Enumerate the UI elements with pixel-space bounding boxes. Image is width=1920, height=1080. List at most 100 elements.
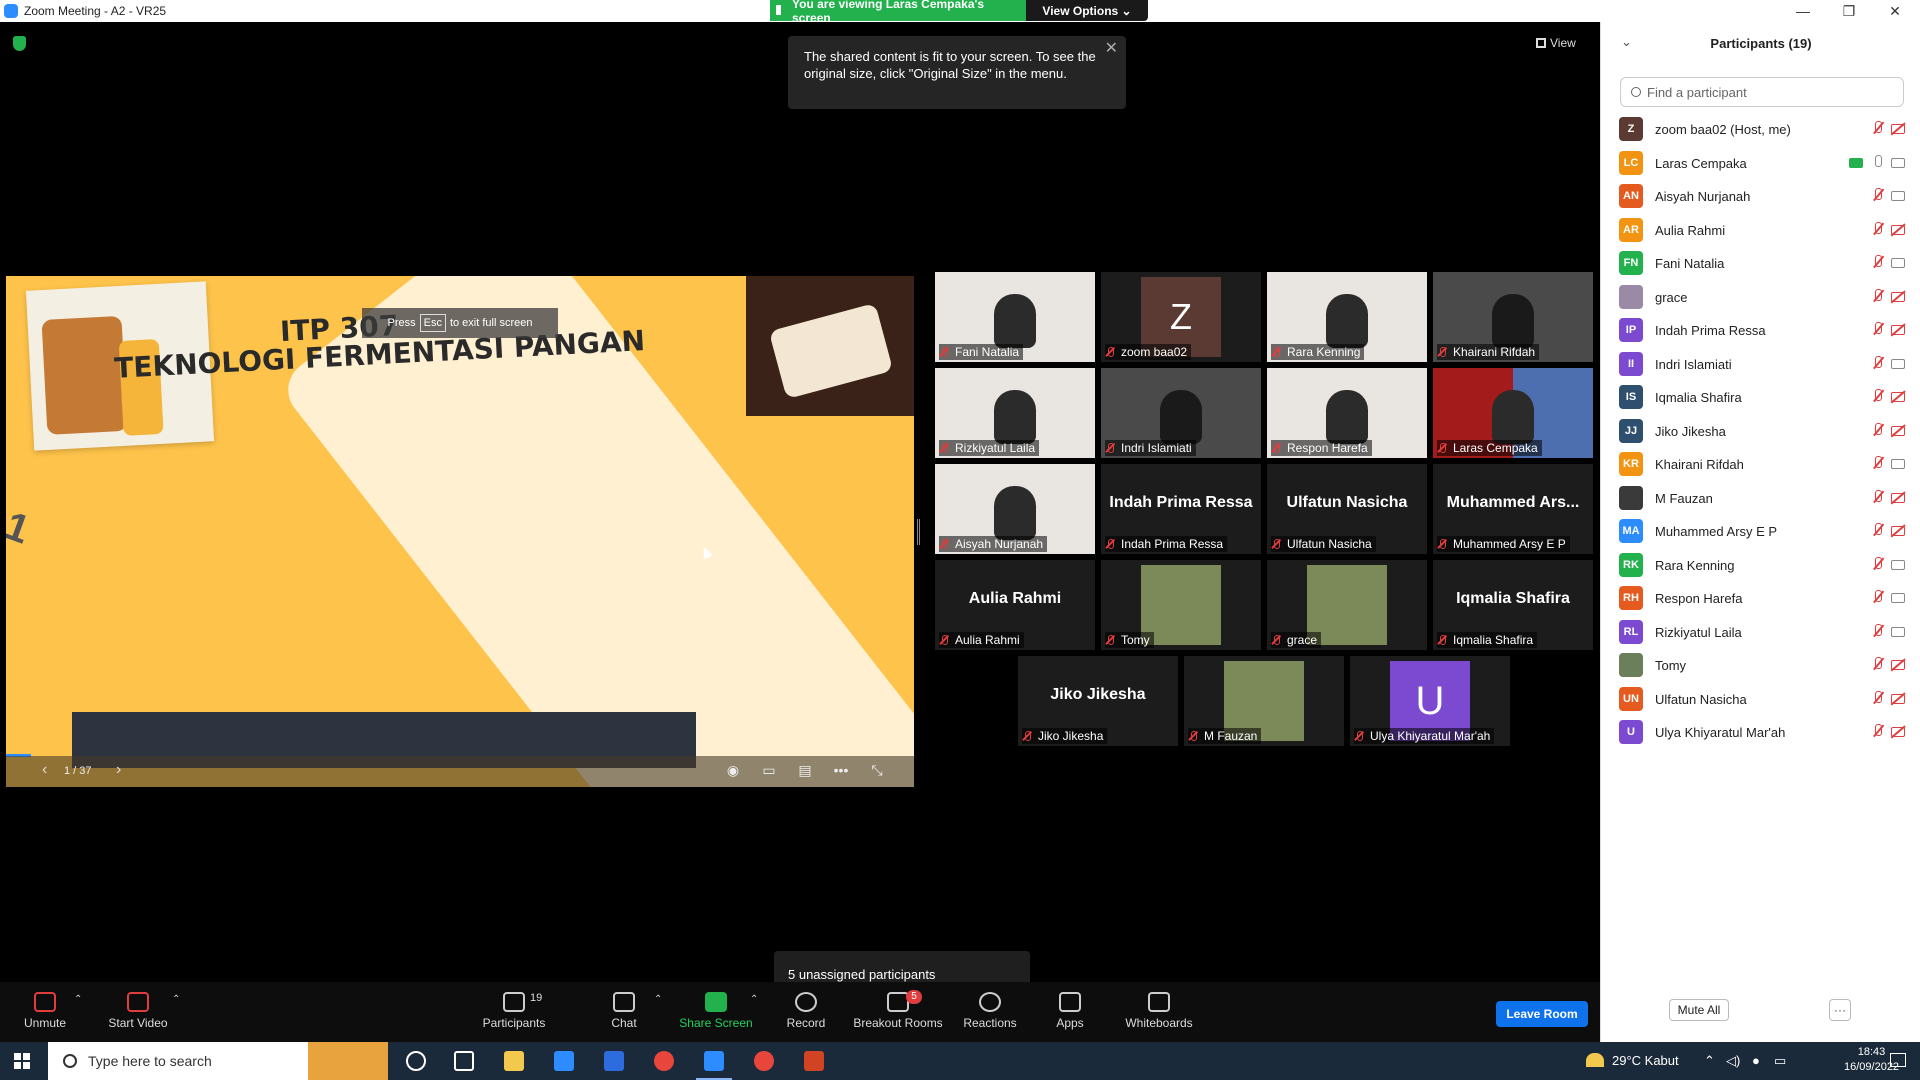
- mute-all-button[interactable]: Mute All: [1669, 999, 1729, 1021]
- participant-row[interactable]: AN Aisyah Nurjanah: [1619, 181, 1909, 211]
- video-tile[interactable]: Indah Prima Ressa Indah Prima Ressa: [1101, 464, 1261, 554]
- chrome-icon[interactable]: [654, 1051, 674, 1071]
- file-explorer-icon[interactable]: [504, 1051, 524, 1071]
- video-tile[interactable]: Aulia Rahmi Aulia Rahmi: [935, 560, 1095, 650]
- participant-row[interactable]: RL Rizkiyatul Laila: [1619, 617, 1909, 647]
- video-tile[interactable]: Muhammed Ars... Muhammed Arsy E P: [1433, 464, 1593, 554]
- next-slide-icon[interactable]: ›: [116, 761, 121, 779]
- zoom-taskbar-icon[interactable]: [696, 1051, 732, 1080]
- find-participant-input[interactable]: Find a participant: [1620, 77, 1904, 107]
- audio-options-chevron-icon[interactable]: ⌃: [74, 994, 82, 1005]
- video-tile[interactable]: U Ulya Khiyaratul Mar'ah: [1350, 656, 1510, 746]
- muted-mic-icon: [1871, 355, 1885, 372]
- participant-row[interactable]: IS Iqmalia Shafira: [1619, 382, 1909, 412]
- video-tile[interactable]: Rara Kenning: [1267, 272, 1427, 362]
- weather-text[interactable]: 29°C Kabut: [1612, 1053, 1679, 1068]
- whiteboards-button[interactable]: Whiteboards: [1109, 992, 1209, 1030]
- video-tile[interactable]: Laras Cempaka: [1433, 368, 1593, 458]
- maximize-button[interactable]: ❐: [1826, 0, 1872, 22]
- muted-mic-icon: [1871, 623, 1885, 640]
- close-window-button[interactable]: ✕: [1872, 0, 1918, 22]
- participant-avatar: Z: [1619, 117, 1643, 141]
- video-tile[interactable]: Fani Natalia: [935, 272, 1095, 362]
- esc-key: Esc: [419, 314, 446, 332]
- video-tile[interactable]: M Fauzan: [1184, 656, 1344, 746]
- participant-row[interactable]: FN Fani Natalia: [1619, 248, 1909, 278]
- mail-icon[interactable]: [604, 1051, 624, 1071]
- video-options-chevron-icon[interactable]: ⌃: [172, 994, 180, 1005]
- participant-avatar: MA: [1619, 519, 1643, 543]
- tray-chevron-icon[interactable]: ⌃: [1704, 1053, 1715, 1069]
- participant-row[interactable]: U Ulya Khiyaratul Mar'ah: [1619, 717, 1909, 747]
- participant-row[interactable]: LC Laras Cempaka: [1619, 148, 1909, 178]
- split-resize-handle[interactable]: [917, 519, 920, 545]
- record-button[interactable]: Record: [756, 992, 856, 1030]
- video-icon: [1891, 459, 1905, 469]
- participant-row[interactable]: IP Indah Prima Ressa: [1619, 315, 1909, 345]
- participant-row[interactable]: MA Muhammed Arsy E P: [1619, 516, 1909, 546]
- prev-slide-icon[interactable]: ‹: [42, 761, 47, 779]
- participant-row[interactable]: Tomy: [1619, 650, 1909, 680]
- participant-row[interactable]: II Indri Islamiati: [1619, 349, 1909, 379]
- video-tile[interactable]: Respon Harefa: [1267, 368, 1427, 458]
- view-button[interactable]: View: [1536, 32, 1586, 54]
- muted-mic-icon: [939, 539, 949, 549]
- video-tile[interactable]: Iqmalia Shafira Iqmalia Shafira: [1433, 560, 1593, 650]
- muted-mic-icon: [1271, 443, 1281, 453]
- participant-row[interactable]: JJ Jiko Jikesha: [1619, 416, 1909, 446]
- powerpoint-icon[interactable]: [804, 1051, 824, 1071]
- whiteboard-icon: [1148, 992, 1170, 1012]
- apps-button[interactable]: Apps: [1020, 992, 1120, 1030]
- subtitles-icon[interactable]: ▤: [796, 762, 814, 780]
- slide-side-mark: 1: [6, 503, 36, 553]
- microphone-icon[interactable]: ●: [1752, 1053, 1760, 1068]
- participants-button[interactable]: 19 Participants: [464, 992, 564, 1030]
- notifications-icon[interactable]: [1890, 1053, 1906, 1067]
- video-tile[interactable]: Indri Islamiati: [1101, 368, 1261, 458]
- video-tile[interactable]: grace: [1267, 560, 1427, 650]
- volume-icon[interactable]: ◁): [1726, 1053, 1740, 1069]
- participant-avatar: [1619, 485, 1643, 510]
- participant-row[interactable]: AR Aulia Rahmi: [1619, 215, 1909, 245]
- close-notice-icon[interactable]: ✕: [1105, 40, 1118, 57]
- shared-screen[interactable]: ITP 307 TEKNOLOGI FERMENTASI PANGAN Pres…: [6, 276, 914, 787]
- tile-name-label: Laras Cempaka: [1437, 440, 1542, 456]
- exit-fullscreen-icon[interactable]: ⤡: [868, 762, 886, 780]
- video-tile[interactable]: Ulfatun Nasicha Ulfatun Nasicha: [1267, 464, 1427, 554]
- participant-video: [1326, 390, 1368, 444]
- participant-row[interactable]: RK Rara Kenning: [1619, 550, 1909, 580]
- participant-row[interactable]: Zzoom baa02 (Host, me): [1619, 114, 1909, 144]
- more-options-icon[interactable]: •••: [832, 762, 850, 780]
- windows-start-icon[interactable]: [14, 1053, 30, 1069]
- network-icon[interactable]: ▭: [1774, 1053, 1786, 1069]
- video-tile[interactable]: Khairani Rifdah: [1433, 272, 1593, 362]
- leave-room-button[interactable]: Leave Room: [1496, 1001, 1588, 1027]
- video-tile[interactable]: Aisyah Nurjanah: [935, 464, 1095, 554]
- presenter-view-icon[interactable]: ▭: [760, 762, 778, 780]
- breakout-rooms-button[interactable]: 5 Breakout Rooms: [848, 990, 948, 1030]
- video-tile[interactable]: Rizkiyatul Laila: [935, 368, 1095, 458]
- participant-row[interactable]: RH Respon Harefa: [1619, 583, 1909, 613]
- chrome-icon-2[interactable]: [754, 1051, 774, 1071]
- taskbar-search-input[interactable]: Type here to search: [48, 1042, 388, 1080]
- store-icon[interactable]: [554, 1051, 574, 1071]
- audio-icon[interactable]: ◉: [724, 762, 742, 780]
- participant-row[interactable]: M Fauzan: [1619, 483, 1909, 513]
- weather-icon[interactable]: [1586, 1053, 1604, 1067]
- participant-row[interactable]: KR Khairani Rifdah: [1619, 449, 1909, 479]
- more-options-button[interactable]: ···: [1829, 999, 1851, 1021]
- participant-row[interactable]: UN Ulfatun Nasicha: [1619, 684, 1909, 714]
- muted-mic-icon: [939, 347, 949, 357]
- view-options-button[interactable]: View Options ⌄: [1026, 0, 1148, 21]
- viewing-screen-text: You are viewing Laras Cempaka's screen: [792, 0, 985, 25]
- video-tile[interactable]: Zzoom baa02: [1101, 272, 1261, 362]
- task-view-icon[interactable]: [454, 1051, 474, 1071]
- chat-options-chevron-icon[interactable]: ⌃: [654, 994, 662, 1005]
- minimize-button[interactable]: —: [1780, 0, 1826, 22]
- encryption-shield-icon[interactable]: [13, 36, 26, 51]
- muted-mic-icon: [1437, 635, 1447, 645]
- video-tile[interactable]: Jiko Jikesha Jiko Jikesha: [1018, 656, 1178, 746]
- video-tile[interactable]: Tomy: [1101, 560, 1261, 650]
- participant-row[interactable]: grace: [1619, 282, 1909, 312]
- cortana-icon[interactable]: [406, 1051, 426, 1071]
